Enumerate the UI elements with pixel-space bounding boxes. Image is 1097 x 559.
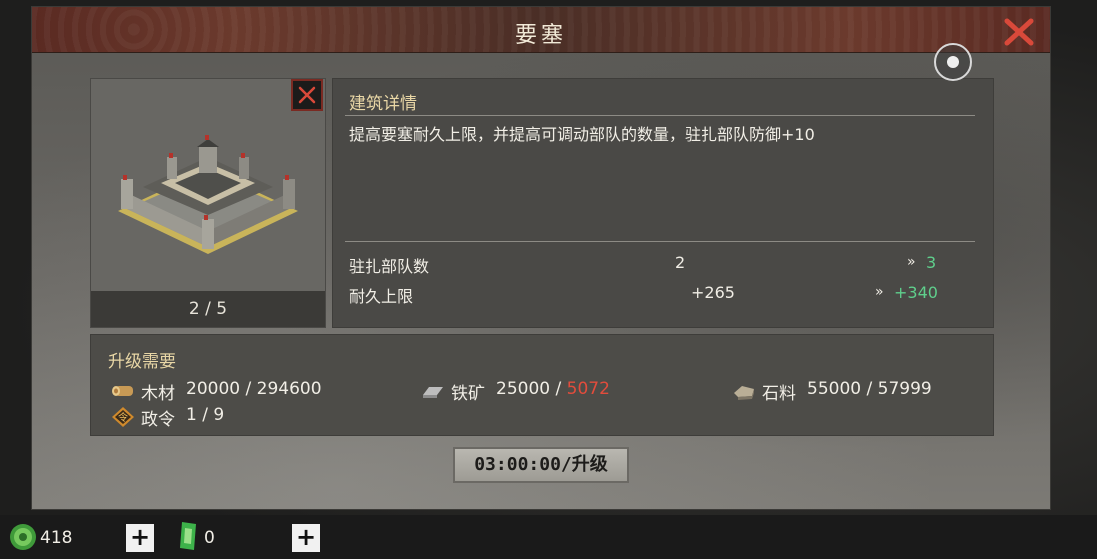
token-amount: 0 — [204, 528, 215, 548]
iron-icon — [423, 387, 443, 398]
building-panel: 2 / 5 — [90, 78, 326, 328]
fortress-image — [118, 135, 298, 254]
resource-name: 木材 — [141, 384, 175, 404]
record-button[interactable] — [934, 43, 972, 81]
building-details-panel: 建筑详情 提高要塞耐久上限，并提高可调动部队的数量，驻扎部队防御+10 驻扎部队… — [332, 78, 994, 328]
green-token-icon — [180, 522, 196, 550]
upgrade-heading: 升级需要 — [108, 352, 176, 372]
double-chevron-icon: » — [875, 284, 883, 300]
decree-icon: 令 — [112, 407, 134, 427]
stone-icon — [734, 386, 754, 400]
details-description: 提高要塞耐久上限，并提高可调动部队的数量，驻扎部队防御+10 — [349, 125, 815, 144]
jade-coin-icon — [10, 524, 36, 550]
stat-label: 耐久上限 — [349, 287, 414, 306]
resource-amount: 55000 / 57999 — [807, 379, 932, 399]
jade-amount: 418 — [40, 528, 73, 548]
wood-icon — [112, 386, 133, 396]
resource-amount: 1 / 9 — [186, 405, 225, 425]
double-chevron-icon: » — [907, 254, 915, 270]
close-x-icon — [1004, 18, 1034, 46]
resource-owned-insufficient: 5072 — [566, 379, 610, 399]
bottom-currency-bar: 418 + 0 + — [0, 515, 1097, 559]
stat-row-durability: 耐久上限 +265 » +340 — [349, 283, 949, 309]
details-heading: 建筑详情 — [349, 94, 417, 114]
add-jade-button[interactable]: + — [126, 524, 154, 552]
fortress-dialog: 要塞 2 / 5 建筑详情 提高要塞耐久上限，并提高可调动部队的数量，驻扎部队防… — [31, 6, 1051, 510]
title-bar: 要塞 — [32, 7, 1050, 53]
svg-text:令: 令 — [118, 411, 128, 424]
stat-next: 3 — [926, 253, 937, 272]
resource-amount: 20000 / 294600 — [186, 379, 322, 399]
stat-label: 驻扎部队数 — [349, 257, 430, 276]
details-divider-top — [345, 115, 975, 116]
dialog-title: 要塞 — [514, 23, 567, 48]
resource-name: 铁矿 — [451, 384, 485, 404]
stat-current: +265 — [691, 283, 735, 302]
upgrade-requirements-panel: 升级需要 木材 20000 / 294600 铁矿 25000 / 5072 石… — [90, 334, 994, 436]
close-x-icon — [298, 86, 316, 104]
resource-name: 石料 — [762, 384, 796, 404]
resource-name: 政令 — [141, 410, 175, 430]
details-divider-bottom — [345, 241, 975, 242]
building-level: 2 / 5 — [91, 291, 325, 327]
upgrade-button[interactable]: 03:00:00/升级 — [453, 447, 629, 483]
add-token-button[interactable]: + — [292, 524, 320, 552]
building-tag-button[interactable] — [291, 79, 323, 111]
stat-row-garrison: 驻扎部队数 2 » 3 — [349, 253, 949, 279]
resource-amount: 25000 / 5072 — [496, 379, 610, 399]
stat-current: 2 — [675, 253, 686, 272]
stat-next: +340 — [894, 283, 938, 302]
close-button[interactable] — [1002, 16, 1036, 48]
